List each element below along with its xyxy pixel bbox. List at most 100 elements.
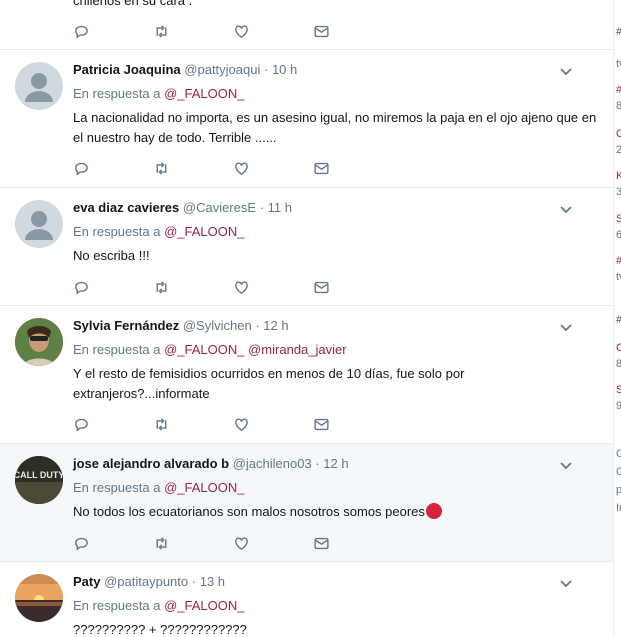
tweet[interactable]: CALL DUTY jose alejandro alvarado b @jac… [0,444,613,562]
sidebar-fragment[interactable]: # [616,26,621,38]
sidebar-fragment[interactable]: K [616,170,621,182]
reply-icon[interactable] [73,533,153,553]
separator-dot: · [255,318,260,333]
retweet-icon[interactable] [153,277,233,297]
reply-prefix: En respuesta a [73,86,161,101]
retweet-icon[interactable] [153,158,233,178]
like-icon[interactable] [233,277,313,297]
tweet-text-container: No todos los ecuatorianos son malos noso… [73,502,599,522]
reply-icon[interactable] [73,414,153,434]
avatar[interactable] [15,200,63,248]
mention-link[interactable]: @_FALOON_ [164,224,244,239]
timestamp[interactable]: 13 h [200,574,225,589]
avatar-text: CALL DUTY [15,470,63,480]
sidebar-fragment[interactable]: # [616,314,621,326]
tweet[interactable]: eva diaz cavieres @CavieresE · 11 h En r… [0,188,613,306]
sidebar-fragment: C [616,466,621,478]
author-handle[interactable]: @patitaypunto [104,574,188,589]
retweet-icon[interactable] [153,414,233,434]
reply-prefix: En respuesta a [73,342,161,357]
tweet[interactable]: Sylvia Fernández @Sylvichen · 12 h En re… [0,306,613,444]
trends-sidebar-edge: # tv # 8 G 2 K 3 S 6 # tv # C 8 S 9 C C … [613,0,621,637]
timestamp[interactable]: 12 h [323,456,348,471]
message-icon[interactable] [313,21,393,41]
reply-context: En respuesta a @_FALOON_ [73,224,599,240]
author-name[interactable]: Paty [73,574,100,589]
message-icon[interactable] [313,158,393,178]
chevron-down-icon[interactable] [559,320,573,334]
tweet[interactable]: Patricia Joaquina @pattyjoaqui · 10 h En… [0,50,613,188]
like-icon[interactable] [233,533,313,553]
author-handle[interactable]: @pattyjoaqui [184,62,260,77]
reply-icon[interactable] [73,158,153,178]
message-icon[interactable] [313,414,393,434]
timestamp[interactable]: 10 h [272,62,297,77]
sidebar-fragment: C [616,448,621,460]
like-icon[interactable] [233,414,313,434]
author-name[interactable]: Patricia Joaquina [73,62,181,77]
avatar[interactable]: CALL DUTY [15,456,63,504]
reply-icon[interactable] [73,21,153,41]
separator-dot: · [191,574,197,589]
reply-prefix: En respuesta a [73,224,161,239]
sidebar-fragment: tv [616,271,621,283]
mention-link[interactable]: @_FALOON_ [164,480,244,495]
author-handle[interactable]: @CavieresE [183,200,256,215]
like-icon[interactable] [233,158,313,178]
sidebar-fragment: 3 [616,186,621,198]
avatar[interactable] [15,574,63,622]
sidebar-fragment[interactable]: G [616,128,621,140]
retweet-icon[interactable] [153,533,233,553]
sidebar-fragment[interactable]: S [616,213,621,225]
chevron-down-icon[interactable] [559,202,573,216]
sidebar-fragment[interactable]: C [616,342,621,354]
tweet-actions [73,158,393,178]
reply-context: En respuesta a @_FALOON_ [73,86,599,102]
tweet-header: eva diaz cavieres @CavieresE · 11 h [73,200,599,216]
author-name[interactable]: jose alejandro alvarado b [73,456,229,471]
sidebar-fragment: tv [616,58,621,70]
sidebar-fragment[interactable]: # [616,255,621,267]
mention-link[interactable]: @_FALOON_ [164,86,244,101]
chevron-down-icon[interactable] [559,576,573,590]
reply-context: En respuesta a @_FALOON_ [73,598,599,614]
chevron-down-icon[interactable] [559,64,573,78]
sidebar-fragment: 9 [616,400,621,412]
mention-link[interactable]: @miranda_javier [248,342,346,357]
reply-prefix: En respuesta a [73,480,161,495]
like-icon[interactable] [233,21,313,41]
tweet-header: Paty @patitaypunto · 13 h [73,574,599,590]
reply-prefix: En respuesta a [73,598,161,613]
tweet-fragment[interactable]: chilenos en su cara . [0,0,613,50]
author-handle[interactable]: @Sylvichen [183,318,252,333]
sidebar-fragment[interactable]: S [616,384,621,396]
author-name[interactable]: Sylvia Fernández [73,318,179,333]
chevron-down-icon[interactable] [559,458,573,472]
avatar[interactable] [15,62,63,110]
avatar[interactable] [15,318,63,366]
retweet-icon[interactable] [153,21,233,41]
tweet-actions [73,277,393,297]
reply-context: En respuesta a @_FALOON_ @miranda_javier [73,342,599,358]
tweet-header: jose alejandro alvarado b @jachileno03 ·… [73,456,599,472]
message-icon[interactable] [313,533,393,553]
author-name[interactable]: eva diaz cavieres [73,200,179,215]
tweet[interactable]: Paty @patitaypunto · 13 h En respuesta a… [0,562,613,637]
separator-dot: · [315,456,320,471]
separator-dot: · [263,62,269,77]
separator-dot: · [259,200,265,215]
mention-link[interactable]: @_FALOON_ [164,342,244,357]
tweet-text: No todos los ecuatorianos son malos noso… [73,504,425,519]
message-icon[interactable] [313,277,393,297]
tweet-text: La nacionalidad no importa, es un asesin… [73,110,597,145]
mention-link[interactable]: @_FALOON_ [164,598,244,613]
reply-icon[interactable] [73,277,153,297]
tweet-text: No escriba !!! [73,248,150,263]
sidebar-fragment[interactable]: # [616,84,621,96]
tweet-actions [73,414,393,434]
author-handle[interactable]: @jachileno03 [233,456,312,471]
timestamp[interactable]: 11 h [268,200,292,215]
tweet-actions [73,21,393,41]
tweet-text: ?????????? + ???????????? [73,622,247,637]
timestamp[interactable]: 12 h [263,318,288,333]
